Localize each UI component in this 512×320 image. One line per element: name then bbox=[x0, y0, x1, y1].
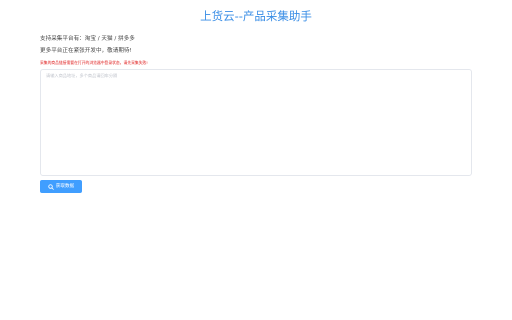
page: 上货云--产品采集助手 支持采集平台有：淘宝 / 天猫 / 拼多多 更多平台正在… bbox=[0, 0, 512, 320]
fetch-data-button[interactable]: 获取数据 bbox=[40, 180, 82, 193]
fetch-data-label: 获取数据 bbox=[55, 184, 75, 189]
search-icon bbox=[48, 183, 54, 190]
page-title: 上货云--产品采集助手 bbox=[200, 9, 312, 23]
supported-platforms-text: 支持采集平台有：淘宝 / 天猫 / 拼多多 bbox=[40, 36, 135, 42]
url-input[interactable] bbox=[40, 69, 472, 176]
more-platforms-text: 更多平台正在紧张开发中，敬请期待! bbox=[40, 48, 132, 54]
warning-text: 采集的商品链接需要在打开的浏览器中登录状态，请先采集失败! bbox=[40, 60, 148, 65]
